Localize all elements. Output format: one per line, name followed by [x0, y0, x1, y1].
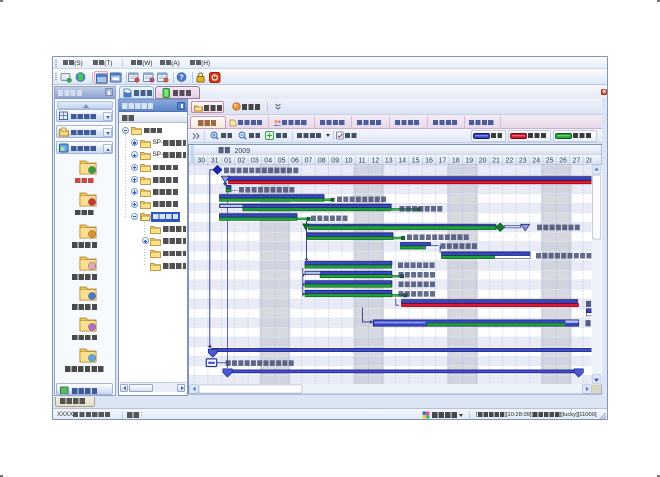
svg-text:27: 27: [572, 157, 580, 164]
svg-text:17: 17: [438, 157, 446, 164]
svg-text:2009: 2009: [234, 148, 250, 155]
svg-text:23: 23: [518, 157, 526, 164]
svg-text:12: 12: [371, 157, 379, 164]
svg-text:25: 25: [545, 157, 553, 164]
svg-text:02: 02: [237, 157, 245, 164]
svg-text:18: 18: [451, 157, 459, 164]
svg-text:31: 31: [210, 157, 218, 164]
svg-text:09: 09: [331, 157, 339, 164]
svg-text:14: 14: [398, 157, 406, 164]
svg-text:15: 15: [411, 157, 419, 164]
svg-text:05: 05: [277, 157, 285, 164]
svg-text:10: 10: [344, 157, 352, 164]
svg-text:24: 24: [532, 157, 540, 164]
svg-text:30: 30: [197, 157, 205, 164]
svg-text:20: 20: [478, 157, 486, 164]
svg-text:?: ?: [179, 72, 184, 81]
svg-text:21: 21: [492, 157, 500, 164]
svg-text:22: 22: [505, 157, 513, 164]
svg-text:03: 03: [250, 157, 258, 164]
svg-text:26: 26: [559, 157, 567, 164]
svg-text:06: 06: [291, 157, 299, 164]
svg-text:07: 07: [304, 157, 312, 164]
svg-text:19: 19: [465, 157, 473, 164]
svg-text:13: 13: [384, 157, 392, 164]
svg-text:04: 04: [264, 157, 272, 164]
svg-text:16: 16: [425, 157, 433, 164]
svg-text:01: 01: [224, 157, 232, 164]
svg-text:08: 08: [317, 157, 325, 164]
svg-text:11: 11: [358, 157, 365, 164]
